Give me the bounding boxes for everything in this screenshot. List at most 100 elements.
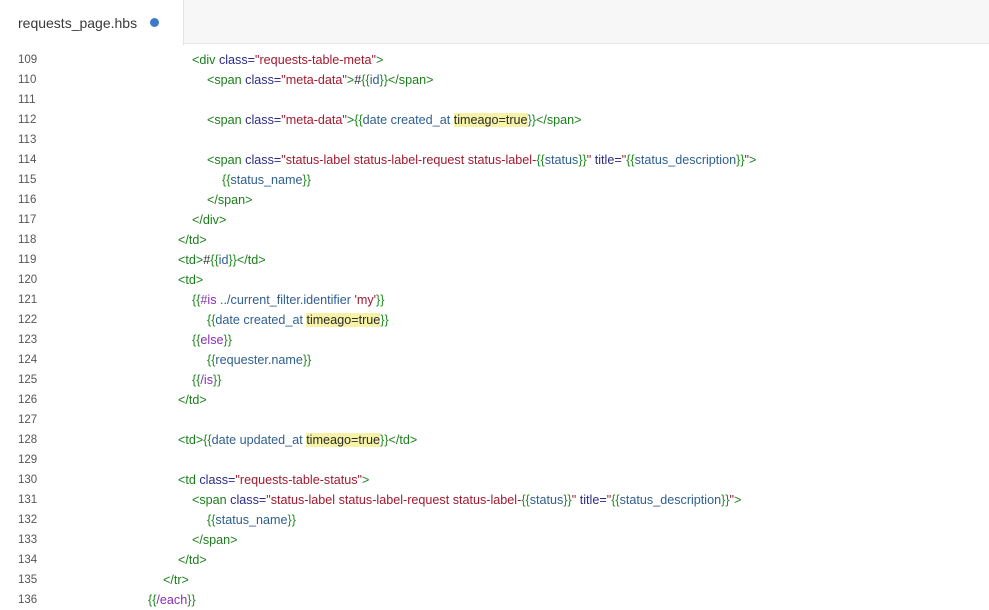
code-token: {{ — [611, 493, 620, 507]
line-number: 127 — [18, 414, 38, 426]
code-line[interactable]: 133 </span> — [0, 530, 989, 550]
line-number: 131 — [18, 494, 38, 506]
code-token: requester.name — [215, 353, 303, 367]
code-line[interactable]: 135 </tr> — [0, 570, 989, 590]
code-token: class= — [199, 473, 236, 487]
code-token: }} — [228, 253, 237, 267]
code-text: <td> — [178, 270, 203, 290]
line-number: 117 — [18, 214, 37, 226]
code-token: class= — [245, 113, 282, 127]
code-token: title= — [591, 153, 622, 167]
code-text: </td> — [178, 230, 207, 250]
code-token: {{ — [361, 73, 370, 87]
code-token: }} — [302, 173, 311, 187]
code-token: > — [361, 473, 370, 487]
code-text: <div class="requests-table-meta"> — [192, 50, 383, 70]
code-token: }} — [380, 313, 389, 327]
code-line[interactable]: 125 {{/is}} — [0, 370, 989, 390]
code-token: }} — [223, 333, 232, 347]
code-line[interactable]: 126 </td> — [0, 390, 989, 410]
code-token: <td — [178, 473, 200, 487]
code-token: /is — [200, 373, 214, 387]
code-token: }} — [721, 493, 730, 507]
code-line[interactable]: 127 — [0, 410, 989, 430]
code-line[interactable]: 118 </td> — [0, 230, 989, 250]
code-line[interactable]: 115 {{status_name}} — [0, 170, 989, 190]
code-text: {{status_name}} — [207, 510, 296, 530]
code-line[interactable]: 121 {{#is ../current_filter.identifier 'm… — [0, 290, 989, 310]
code-token: ../current_filter.identifier — [216, 293, 355, 307]
code-token: }} — [287, 513, 296, 527]
code-token: /each — [156, 593, 188, 607]
tab-bar: requests_page.hbs — [0, 0, 989, 45]
line-number: 136 — [18, 594, 38, 606]
code-token: status — [529, 493, 564, 507]
code-line[interactable]: 122 {{date created_at timeago=true}} — [0, 310, 989, 330]
code-token: #is — [200, 293, 217, 307]
code-line[interactable]: 129 — [0, 450, 989, 470]
code-token: <div — [192, 53, 219, 67]
code-line[interactable]: 132 {{status_name}} — [0, 510, 989, 530]
code-token: timeago=true — [306, 313, 381, 327]
line-number: 111 — [18, 94, 36, 106]
code-line[interactable]: 136 {{/each}} — [0, 590, 989, 610]
code-token: }} — [187, 593, 196, 607]
code-line[interactable]: 111 — [0, 90, 989, 110]
code-token: </td> — [388, 433, 418, 447]
line-number: 130 — [18, 474, 38, 486]
editor-tab-requests-page[interactable]: requests_page.hbs — [0, 0, 184, 45]
code-text: </td> — [178, 550, 207, 570]
line-number: 132 — [18, 514, 38, 526]
code-token: </td> — [178, 233, 207, 247]
unsaved-dot-icon — [150, 18, 160, 27]
code-text: </td> — [178, 390, 207, 410]
code-token: "requests-table-status" — [235, 473, 362, 487]
line-number: 124 — [18, 354, 38, 366]
line-number: 129 — [18, 454, 38, 466]
code-line[interactable]: 131 <span class="status-label status-labe… — [0, 490, 989, 510]
code-line[interactable]: 123 {{else}} — [0, 330, 989, 350]
code-line[interactable]: 109 <div class="requests-table-meta"> — [0, 50, 989, 70]
code-line[interactable]: 117 </div> — [0, 210, 989, 230]
code-line[interactable]: 112 <span class="meta-data">{{date create… — [0, 110, 989, 130]
code-token: date updated_at — [211, 433, 307, 447]
code-token: status_description — [634, 153, 737, 167]
code-token: <span — [207, 73, 246, 87]
code-token: <span — [207, 153, 246, 167]
code-line[interactable]: 110 <span class="meta-data">#{{id}}</span… — [0, 70, 989, 90]
code-token: {{ — [521, 493, 530, 507]
line-number: 135 — [18, 574, 38, 586]
code-line[interactable]: 134 </td> — [0, 550, 989, 570]
code-token: id — [369, 73, 380, 87]
line-number: 109 — [18, 54, 38, 66]
code-line[interactable]: 116 </span> — [0, 190, 989, 210]
line-number: 110 — [18, 74, 37, 86]
code-line[interactable]: 130 <td class="requests-table-status"> — [0, 470, 989, 490]
code-line[interactable]: 128 <td>{{date updated_at timeago=true}}<… — [0, 430, 989, 450]
line-number: 122 — [18, 314, 38, 326]
code-token: </div> — [192, 213, 227, 227]
line-number: 119 — [18, 254, 37, 266]
code-token: class= — [218, 53, 256, 67]
line-number: 126 — [18, 394, 38, 406]
line-number: 113 — [18, 134, 37, 146]
code-line[interactable]: 124 {{requester.name}} — [0, 350, 989, 370]
code-line[interactable]: 120 <td> — [0, 270, 989, 290]
code-line[interactable]: 119 <td>#{{id}}</td> — [0, 250, 989, 270]
code-text: <td>#{{id}}</td> — [178, 250, 266, 270]
code-token: </span> — [387, 73, 434, 87]
code-token: </span> — [207, 193, 253, 207]
code-token: }} — [302, 353, 312, 367]
code-token: {{ — [536, 153, 545, 167]
code-token: }} — [578, 153, 587, 167]
code-token: class= — [245, 73, 282, 87]
code-line[interactable]: 114 <span class="status-label status-labe… — [0, 150, 989, 170]
code-token: date created_at — [215, 313, 307, 327]
line-number: 123 — [18, 334, 38, 346]
code-line[interactable]: 113 — [0, 130, 989, 150]
line-number: 112 — [18, 114, 37, 126]
code-token: <td> — [178, 433, 204, 447]
code-text: {{else}} — [192, 330, 232, 350]
code-token: </td> — [178, 553, 207, 567]
line-number: 118 — [18, 234, 37, 246]
